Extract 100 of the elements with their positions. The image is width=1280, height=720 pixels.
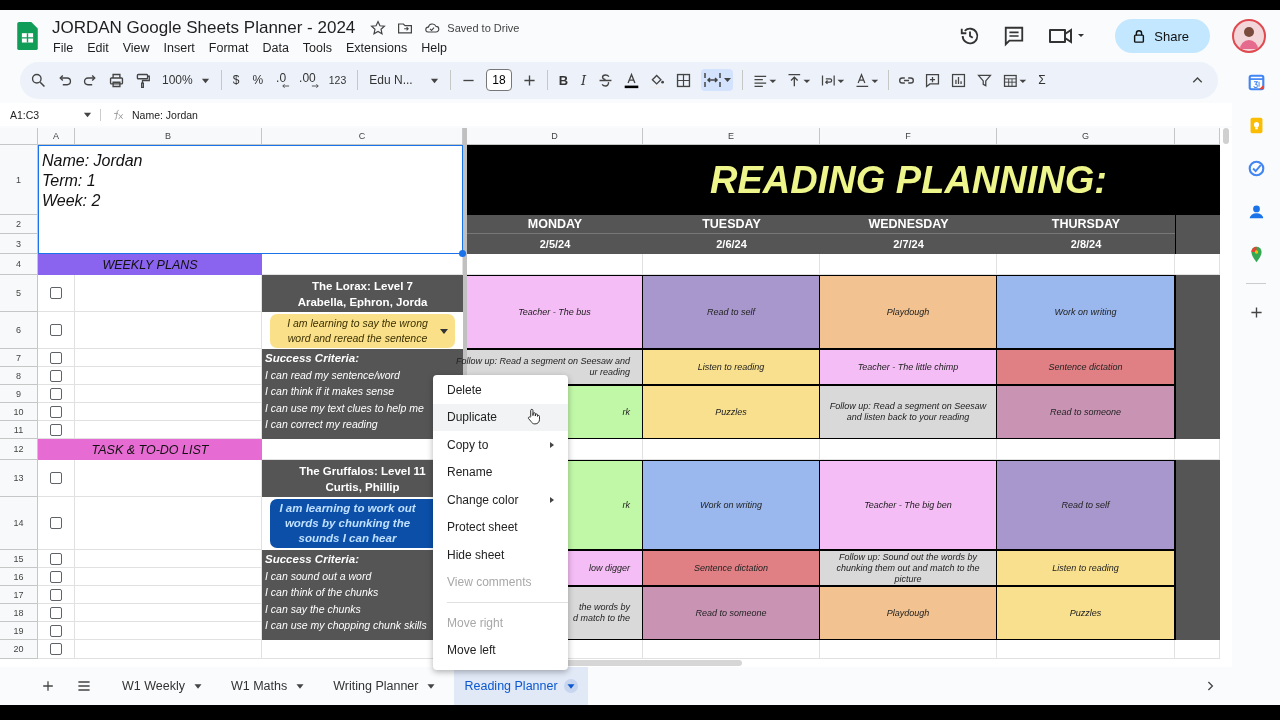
column-header[interactable]: E	[643, 128, 820, 146]
menu-item[interactable]: File	[53, 40, 74, 55]
vertical-align-icon[interactable]	[786, 71, 812, 89]
row-header[interactable]: 19	[0, 622, 38, 641]
checkbox[interactable]	[50, 570, 62, 583]
arrow-icon	[310, 83, 320, 90]
text-rotation-icon[interactable]	[854, 71, 880, 89]
column-header[interactable]: F	[820, 128, 997, 146]
row-header[interactable]: 10	[0, 403, 38, 422]
formula-input[interactable]: Name: Jordan	[132, 108, 198, 121]
menu-item[interactable]: Duplicate	[433, 403, 568, 431]
share-button[interactable]: Share	[1115, 19, 1210, 53]
bold-button[interactable]: B	[556, 72, 571, 88]
cell-range-box[interactable]: A1:C3	[0, 108, 101, 121]
row-header[interactable]: 1	[0, 145, 38, 216]
row-header[interactable]: 3	[0, 234, 38, 255]
checkbox[interactable]	[50, 517, 62, 530]
decrease-decimal-button[interactable]: .0	[274, 71, 289, 90]
column-header[interactable]	[1175, 128, 1220, 146]
functions-button[interactable]: Σ	[1036, 73, 1048, 88]
currency-button[interactable]: $	[230, 73, 242, 88]
font-size-field[interactable]: 18	[486, 69, 512, 92]
row-header[interactable]: 18	[0, 604, 38, 623]
learning-goal-chip[interactable]: I am learning to say the wrong word and reread the sentence	[270, 313, 455, 348]
menu-item[interactable]: Tools	[302, 40, 333, 55]
row-header[interactable]: 13	[0, 460, 38, 498]
number-format-button[interactable]: 123	[326, 74, 349, 87]
row-header[interactable]: 8	[0, 367, 38, 386]
checkbox[interactable]	[50, 472, 62, 485]
menu-item[interactable]: Extensions	[346, 40, 408, 55]
row-header[interactable]: 11	[0, 421, 38, 440]
checkbox[interactable]	[50, 324, 62, 337]
checkbox[interactable]	[50, 606, 62, 619]
checkbox[interactable]	[50, 643, 62, 656]
menu-item[interactable]: View	[122, 40, 150, 55]
add-comment-icon[interactable]	[924, 71, 942, 89]
submenu-arrow-icon	[548, 440, 556, 449]
row-header[interactable]: 7	[0, 349, 38, 368]
checkbox[interactable]	[50, 552, 62, 565]
sheet-tab[interactable]: W1 Maths	[221, 667, 318, 705]
borders-icon[interactable]	[675, 71, 693, 89]
row-header[interactable]: 9	[0, 385, 38, 404]
checkbox[interactable]	[50, 423, 62, 436]
row-header[interactable]: 5	[0, 275, 38, 313]
paint-format-icon[interactable]	[134, 71, 151, 89]
chart-icon[interactable]	[950, 71, 968, 89]
row-header[interactable]: 15	[0, 550, 38, 569]
print-icon[interactable]	[108, 71, 125, 89]
menu-item[interactable]: Format	[208, 40, 249, 55]
row-header[interactable]: 17	[0, 586, 38, 605]
search-icon[interactable]	[30, 71, 47, 89]
document-title[interactable]: JORDAN Google Sheets Planner - 2024	[52, 17, 356, 38]
checkbox[interactable]	[50, 624, 62, 637]
column-header[interactable]: A	[38, 128, 75, 146]
sheet-tab[interactable]: Writing Planner	[323, 667, 449, 705]
italic-button[interactable]: I	[579, 72, 589, 88]
sheet-tab[interactable]: W1 Weekly	[112, 667, 215, 705]
menu-item[interactable]: Data	[262, 40, 289, 55]
selection-handle[interactable]	[459, 250, 466, 258]
increase-decimal-button[interactable]: .00	[297, 71, 318, 90]
row-header[interactable]: 12	[0, 439, 38, 461]
merge-cells-icon[interactable]	[701, 69, 734, 92]
activity-cell: Teacher - The big ben	[820, 460, 997, 551]
comment-icon[interactable]	[1003, 25, 1026, 47]
row-header[interactable]: 6	[0, 312, 38, 350]
column-header[interactable]: G	[997, 128, 1175, 146]
checkbox[interactable]	[50, 369, 62, 382]
column-header[interactable]: C	[262, 128, 463, 146]
percent-button[interactable]: %	[250, 73, 266, 88]
row-header[interactable]: 4	[0, 254, 38, 276]
add-sheet-icon[interactable]	[40, 678, 56, 694]
sheets-logo-icon[interactable]	[17, 22, 38, 50]
calendar-icon[interactable]	[1247, 74, 1265, 91]
text-color-icon[interactable]	[623, 71, 641, 89]
sheet-tab[interactable]: Reading Planner	[454, 667, 588, 705]
menu-item[interactable]: Edit	[87, 40, 109, 55]
task-list-header: TASK & TO-DO LIST	[38, 439, 262, 461]
row-header[interactable]: 16	[0, 568, 38, 587]
row-header[interactable]: 20	[0, 640, 38, 660]
zoom-dropdown[interactable]: 100%	[160, 73, 212, 88]
column-header[interactable]: B	[75, 128, 262, 146]
tasks-icon[interactable]	[1247, 160, 1265, 177]
checkbox[interactable]	[50, 588, 62, 601]
checkbox[interactable]	[50, 387, 62, 400]
menu-item[interactable]: Help	[421, 40, 447, 55]
menu-item[interactable]: Insert	[163, 40, 195, 55]
checkbox[interactable]	[50, 351, 62, 364]
font-dropdown[interactable]: Edu N...	[367, 73, 442, 88]
row-header[interactable]: 2	[0, 215, 38, 235]
vertical-scrollbar[interactable]	[1223, 128, 1229, 145]
checkbox[interactable]	[50, 287, 62, 300]
row-header[interactable]: 14	[0, 497, 38, 551]
caret-icon[interactable]	[563, 679, 578, 693]
column-header[interactable]: D	[467, 128, 643, 146]
avatar[interactable]	[1232, 19, 1266, 53]
planner-title-banner: READING PLANNING:	[467, 145, 1220, 216]
star-icon[interactable]	[370, 19, 387, 36]
contacts-icon[interactable]	[1247, 203, 1265, 220]
all-sheets-icon[interactable]	[76, 678, 92, 694]
checkbox[interactable]	[50, 405, 62, 418]
